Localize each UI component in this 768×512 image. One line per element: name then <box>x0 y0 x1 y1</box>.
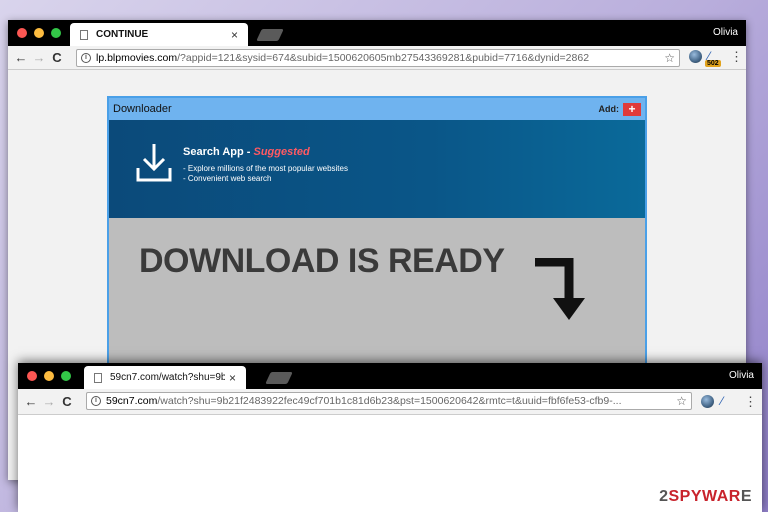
minimize-window-button[interactable] <box>44 371 54 381</box>
app-name: Search App - <box>183 146 254 158</box>
minimize-window-button[interactable] <box>34 28 44 38</box>
new-tab-button[interactable] <box>256 29 284 41</box>
download-ready-heading: DOWNLOAD IS READY <box>139 242 505 280</box>
profile-name[interactable]: Olivia <box>729 370 754 381</box>
back-button[interactable]: ← <box>12 50 30 65</box>
window-controls <box>27 371 71 381</box>
browser-window-popup: 59cn7.com/watch?shu=9b21f × Olivia ← → C… <box>18 363 762 512</box>
feature-list: - Explore millions of the most popular w… <box>183 164 348 184</box>
navigation-toolbar: ← → C i lp.blpmovies.com /?appid=121&sys… <box>8 46 746 70</box>
tab-title: 59cn7.com/watch?shu=9b21f <box>110 372 225 383</box>
tab-59cn7[interactable]: 59cn7.com/watch?shu=9b21f × <box>84 366 246 389</box>
app-banner[interactable]: Search App - Suggested - Explore million… <box>109 120 645 218</box>
title-bar: 59cn7.com/watch?shu=9b21f × Olivia <box>18 363 762 389</box>
maximize-window-button[interactable] <box>51 28 61 38</box>
navigation-toolbar: ← → C i 59cn7.com /watch?shu=9b21f248392… <box>18 389 762 415</box>
close-window-button[interactable] <box>27 371 37 381</box>
tab-title: CONTINUE <box>96 29 149 40</box>
downloader-title: Downloader <box>113 103 172 115</box>
tab-close-icon[interactable]: × <box>231 28 238 42</box>
close-window-button[interactable] <box>17 28 27 38</box>
title-bar: CONTINUE × Olivia <box>8 20 746 46</box>
maximize-window-button[interactable] <box>61 371 71 381</box>
back-button[interactable]: ← <box>22 394 40 409</box>
bookmark-star-icon[interactable]: ☆ <box>672 394 687 408</box>
reload-button[interactable]: C <box>48 50 66 65</box>
forward-button[interactable]: → <box>30 50 48 65</box>
profile-name[interactable]: Olivia <box>713 27 738 38</box>
page-icon <box>80 29 88 40</box>
feature-item: - Convenient web search <box>183 174 272 183</box>
url-host: 59cn7.com <box>106 395 158 407</box>
window-controls <box>17 28 61 38</box>
tool-extension-icon[interactable]: ⁄ <box>721 394 723 408</box>
menu-icon[interactable]: ⋮ <box>730 49 743 65</box>
downloader-panel: Downloader Add: + Search App - Suggested… <box>107 96 647 396</box>
add-button[interactable]: + <box>623 102 641 116</box>
reload-button[interactable]: C <box>58 394 76 409</box>
watermark-suffix: E <box>740 488 752 505</box>
url-path: /?appid=121&sysid=674&subid=1500620605mb… <box>177 52 590 64</box>
watermark-brand: SPYWAR <box>668 488 741 505</box>
add-control: Add: + <box>598 102 641 116</box>
bookmark-star-icon[interactable]: ☆ <box>660 51 675 65</box>
feature-item: - Explore millions of the most popular w… <box>183 164 348 173</box>
add-label: Add: <box>598 104 620 114</box>
address-bar[interactable]: i lp.blpmovies.com /?appid=121&sysid=674… <box>76 49 680 67</box>
globe-extension-icon[interactable] <box>701 395 714 408</box>
url-path: /watch?shu=9b21f2483922fec49cf701b1c81d6… <box>157 395 622 407</box>
suggested-label: Suggested <box>253 146 310 158</box>
url-host: lp.blpmovies.com <box>96 52 178 64</box>
watermark-logo: 2SPYWARE <box>659 488 752 506</box>
app-title: Search App - Suggested <box>183 146 310 158</box>
address-bar[interactable]: i 59cn7.com /watch?shu=9b21f2483922fec49… <box>86 392 692 410</box>
info-icon[interactable]: i <box>91 396 101 406</box>
menu-icon[interactable]: ⋮ <box>744 394 757 410</box>
extension-badge: 502 <box>705 60 721 67</box>
info-icon[interactable]: i <box>81 53 91 63</box>
new-tab-button[interactable] <box>265 372 293 384</box>
forward-button[interactable]: → <box>40 394 58 409</box>
download-icon <box>136 144 172 182</box>
page-icon <box>94 372 102 383</box>
tab-continue[interactable]: CONTINUE × <box>70 23 248 46</box>
globe-extension-icon[interactable] <box>689 50 702 63</box>
page-content: 2SPYWARE <box>18 415 762 512</box>
downloader-header: Downloader Add: + <box>109 98 645 120</box>
tab-close-icon[interactable]: × <box>229 371 236 385</box>
arrow-down-right-icon <box>535 258 585 320</box>
